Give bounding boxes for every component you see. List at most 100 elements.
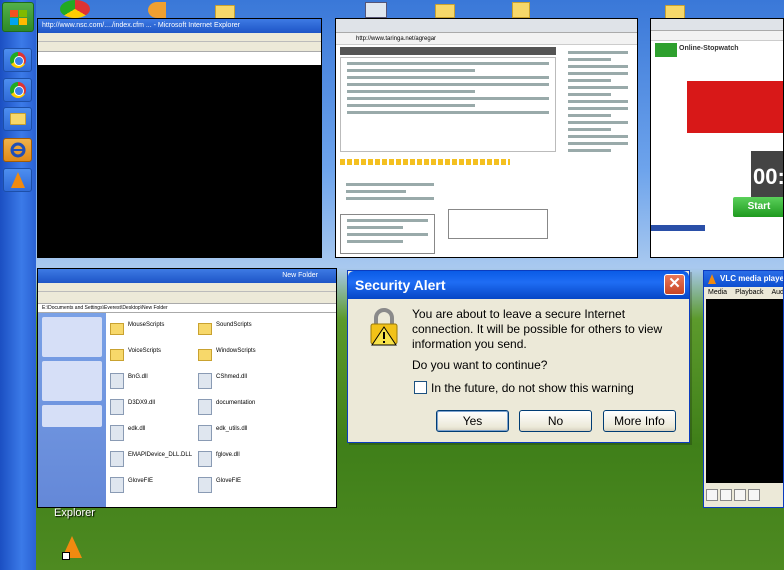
menu-audio[interactable]: Audio [771,287,783,299]
next-button[interactable] [748,489,760,501]
playback-controls [706,489,783,503]
file-item[interactable]: GloveFIE [198,475,318,497]
chrome-desktop-icon[interactable] [60,0,90,18]
more-info-button[interactable]: More Info [603,410,676,432]
folder-icon [9,113,26,125]
do-not-show-checkbox[interactable] [414,381,427,394]
document-desktop-icon[interactable] [512,2,530,18]
window-title: http://www.nsc.com/..../index.cfm ... - … [38,19,321,33]
taskbar [0,0,36,570]
tab-strip [336,19,637,33]
folder-desktop-icon[interactable] [215,5,235,19]
dialog-title: Security Alert [355,277,446,293]
item-label: CShmed.dll [216,374,248,380]
folder-item[interactable]: SoundScripts [198,319,318,341]
taskbar-button-internet-explorer[interactable] [3,138,32,162]
file-icon [110,451,124,467]
yes-button[interactable]: Yes [436,410,509,432]
item-label: SoundScripts [216,322,252,328]
video-area[interactable] [706,299,783,483]
stopwatch-display: 00: [751,151,783,203]
category-list[interactable] [340,214,435,254]
file-icon [198,451,212,467]
task-pane [38,313,106,507]
item-label: GloveFIE [128,478,154,484]
emoticon-row [340,159,510,165]
dialog-question: Do you want to continue? [412,358,548,372]
explorer-caption: Explorer [54,507,95,519]
moon-desktop-icon[interactable] [148,2,166,18]
item-label: MouseScripts [128,322,165,328]
file-icon [198,373,212,389]
taskbar-button-vlc[interactable] [3,168,32,192]
window-thumbnail-explorer[interactable]: New Folder E:\Documents and Settings\Eve… [37,268,337,508]
play-button[interactable] [706,489,718,501]
vlc-titlebar: VLC media player [704,271,783,287]
dialog-titlebar: Security Alert ✕ [348,271,689,299]
internet-explorer-icon [10,142,25,158]
no-button[interactable]: No [519,410,592,432]
folder-icon [198,349,212,361]
folder-icon [110,349,124,361]
close-icon: ✕ [668,275,681,292]
window-thumbnail-browser[interactable]: http://www.nsc.com/..../index.cfm ... - … [37,18,322,258]
previous-button[interactable] [720,489,732,501]
back-link[interactable] [651,225,705,231]
item-label: edk.dll [128,426,146,432]
item-label: D3DX9.dll [128,400,156,406]
security-alert-dialog: Security Alert ✕ You are about to leave … [347,270,690,443]
window-thumbnail-blog[interactable]: http://www.taringa.net/agregar [335,18,638,258]
address-bar [38,42,321,52]
taskbar-button-chrome-2[interactable] [3,78,32,102]
vlc-icon [10,172,25,188]
chrome-icon [9,52,26,68]
item-label: EMAPIDevice_DLL.DLL [128,452,193,458]
file-icon [198,477,212,493]
windows-logo-icon [10,10,28,26]
file-icon [110,425,124,441]
start-button[interactable] [2,2,34,32]
file-icon [198,425,212,441]
padlock-warning-icon [370,308,398,346]
taskbar-button-chrome-1[interactable] [3,48,32,72]
menu-media[interactable]: Media [708,287,727,299]
stopwatch-logo-icon [655,43,677,57]
item-label: BnG.dll [128,374,148,380]
toolbar [38,292,336,304]
close-button[interactable]: ✕ [664,274,685,295]
item-label: documentation [216,400,256,406]
start-button[interactable]: Start [733,197,783,217]
vlc-icon [708,274,716,284]
file-icon [198,399,212,415]
folder-desktop-icon-2[interactable] [435,4,455,18]
item-label: edk_utils.dll [216,426,248,432]
advert-banner[interactable] [687,81,783,133]
menu-playback[interactable]: Playback [735,287,763,299]
file-item[interactable]: documentation [198,397,318,419]
window-thumbnail-stopwatch[interactable]: Online-Stopwatch 00: Start [650,18,784,258]
menu-bar [38,283,336,292]
folder-item[interactable]: WindowScripts [198,345,318,367]
folder-icon [110,323,124,335]
item-label: GloveFIE [216,478,242,484]
file-item[interactable]: edk_utils.dll [198,423,318,445]
file-item[interactable]: fglove.dll [198,449,318,471]
stop-button[interactable] [734,489,746,501]
folder-desktop-icon-3[interactable] [665,5,685,19]
tags-field[interactable] [448,209,548,239]
vlc-window[interactable]: VLC media player Media Playback Audio [703,270,784,508]
taskbar-button-folder[interactable] [3,107,32,131]
shortcut-arrow-icon [62,552,70,560]
page-content [38,65,321,257]
window-title: New Folder [38,269,336,283]
address-bar [651,31,783,41]
do-not-show-label[interactable]: In the future, do not show this warning [431,381,634,395]
editor-area [340,57,556,152]
file-icon [110,373,124,389]
item-label: WindowScripts [216,348,256,354]
file-icon [110,399,124,415]
window-desktop-icon[interactable] [365,2,387,18]
blog-sidebar [562,47,634,257]
vlc-shortcut-icon[interactable] [62,536,84,560]
file-item[interactable]: CShmed.dll [198,371,318,393]
